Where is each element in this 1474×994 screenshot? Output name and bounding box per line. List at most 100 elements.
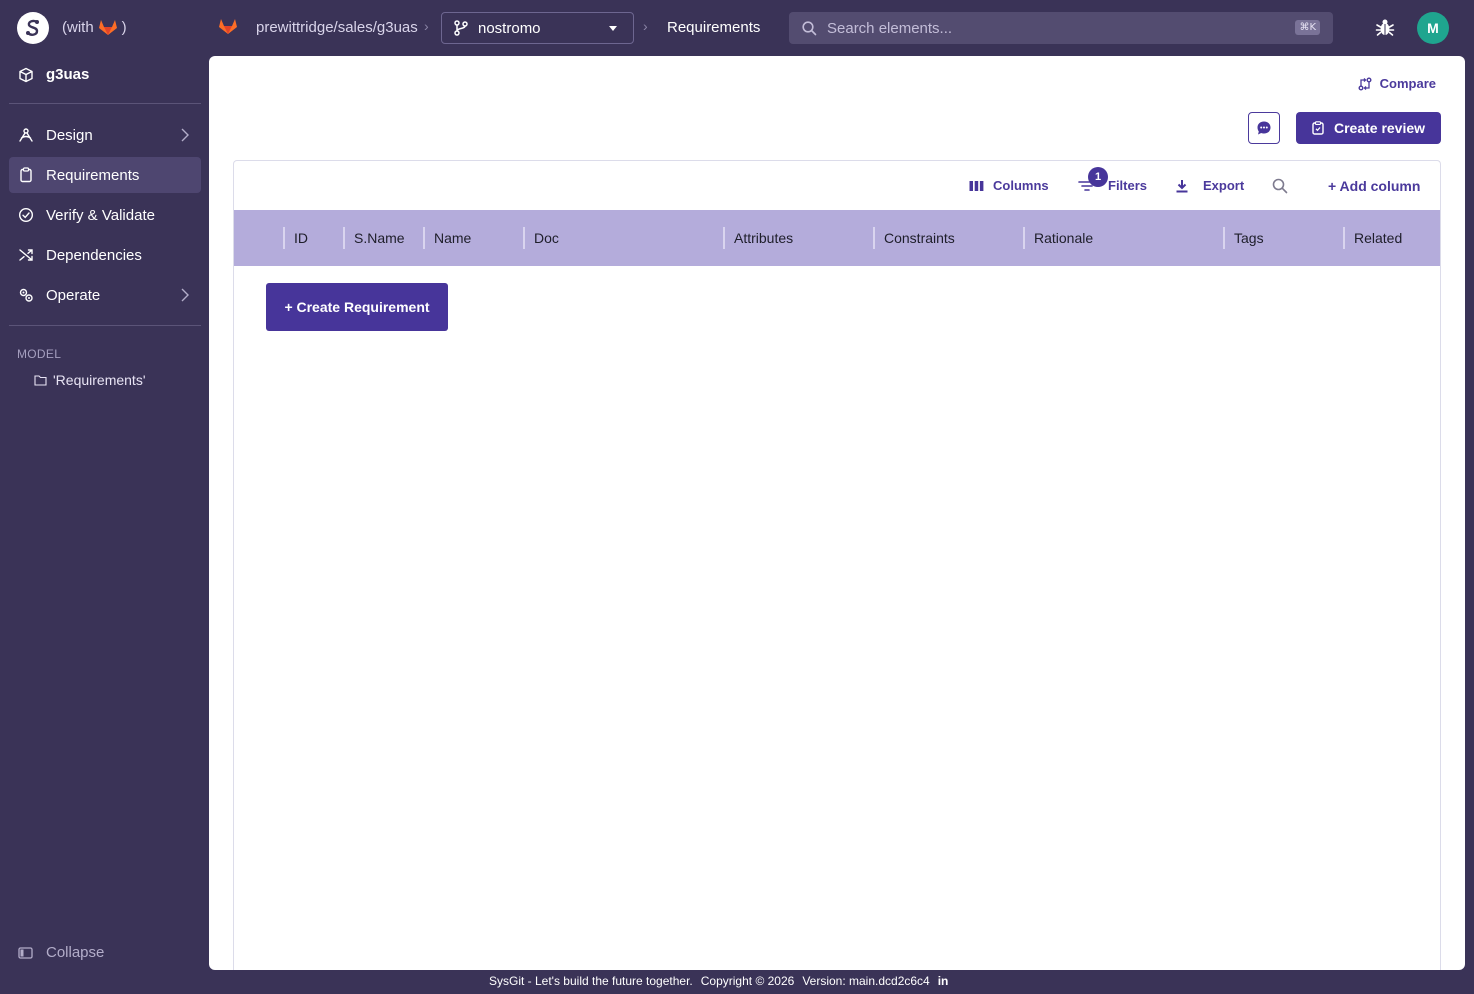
integration-label: (with ) <box>62 18 127 36</box>
columns-button[interactable]: Columns <box>969 178 1049 193</box>
model-heading: MODEL <box>17 347 62 361</box>
requirements-table-panel: Columns 1 Filters Export + Add column ID… <box>233 160 1441 970</box>
filters-label: Filters <box>1108 178 1148 193</box>
sidebar-item-label: Dependencies <box>46 246 142 264</box>
table-search-button[interactable] <box>1272 178 1288 194</box>
user-avatar[interactable]: M <box>1417 12 1449 44</box>
collapse-sidebar-button[interactable]: Collapse <box>18 944 104 961</box>
filters-count-badge: 1 <box>1088 166 1108 187</box>
top-bar: (with ) prewittridge/sales/g3uas › nostr… <box>0 0 1474 56</box>
main-content: Compare Create review Columns 1 Filters … <box>209 56 1465 970</box>
sidebar-item-operate[interactable]: Operate <box>9 277 201 313</box>
sidebar-collapse-icon <box>18 946 33 959</box>
folder-icon <box>34 375 47 386</box>
column-header-rationale[interactable]: Rationale <box>1034 210 1093 266</box>
column-header-related[interactable]: Related <box>1354 210 1402 266</box>
with-suffix: ) <box>121 18 127 36</box>
linkedin-icon[interactable]: in <box>938 974 949 988</box>
add-column-label: + Add column <box>1328 178 1421 194</box>
gitlab-icon <box>98 20 117 35</box>
sidebar-item-label: Design <box>46 126 93 144</box>
branch-selector[interactable]: nostromo <box>441 12 634 44</box>
create-review-label: Create review <box>1333 120 1426 136</box>
column-divider[interactable] <box>283 227 285 249</box>
column-header-name[interactable]: Name <box>434 210 471 266</box>
clipboard-check-icon <box>1312 121 1324 135</box>
column-divider[interactable] <box>343 227 345 249</box>
clipboard-icon <box>18 167 34 183</box>
sysgit-logo-icon[interactable] <box>17 12 49 44</box>
comments-button[interactable] <box>1248 112 1280 144</box>
check-circle-icon <box>18 207 34 223</box>
compare-button[interactable]: Compare <box>1358 76 1436 91</box>
export-button[interactable]: Export <box>1175 178 1244 193</box>
sidebar-divider <box>9 325 201 326</box>
compare-icon <box>1358 77 1372 90</box>
table-toolbar: Columns 1 Filters Export + Add column <box>234 161 1440 211</box>
project-name: g3uas <box>46 66 90 83</box>
table-header-row: ID S.Name Name Doc Attributes Constraint… <box>234 210 1440 266</box>
export-label: Export <box>1203 178 1245 193</box>
chevron-right-icon: › <box>643 18 648 34</box>
sidebar: g3uas Design Requirements Verify & Valid… <box>0 56 209 994</box>
search-shortcut-badge: ⌘K <box>1295 20 1320 35</box>
model-tree-item[interactable]: 'Requirements' <box>34 372 146 388</box>
caret-down-icon <box>609 26 617 31</box>
footer-copyright: Copyright © 2026 <box>700 974 795 988</box>
search-input[interactable]: Search elements... ⌘K <box>789 12 1333 44</box>
chat-bubble-icon <box>1257 121 1271 135</box>
column-divider[interactable] <box>523 227 525 249</box>
cogs-icon <box>18 287 34 303</box>
column-header-sname[interactable]: S.Name <box>354 210 405 266</box>
breadcrumb-current-page: Requirements <box>667 19 761 36</box>
chevron-right-icon <box>181 288 189 302</box>
sidebar-item-label: Verify & Validate <box>46 206 155 224</box>
column-header-doc[interactable]: Doc <box>534 210 559 266</box>
sidebar-item-label: Operate <box>46 286 101 304</box>
compare-label: Compare <box>1379 76 1436 91</box>
filter-icon-wrap: 1 <box>1078 166 1108 192</box>
chevron-right-icon <box>181 128 189 142</box>
create-review-button[interactable]: Create review <box>1296 112 1441 144</box>
sidebar-item-dependencies[interactable]: Dependencies <box>9 237 201 273</box>
sidebar-item-requirements[interactable]: Requirements <box>9 157 201 193</box>
shuffle-icon <box>18 247 34 263</box>
bug-icon[interactable] <box>1375 18 1395 38</box>
filters-button[interactable]: 1 Filters <box>1078 166 1148 193</box>
column-header-id[interactable]: ID <box>294 210 308 266</box>
project-header[interactable]: g3uas <box>18 66 89 83</box>
cube-icon <box>19 67 33 82</box>
search-icon <box>802 20 817 35</box>
create-requirement-button[interactable]: + Create Requirement <box>266 283 448 331</box>
sidebar-item-verify-validate[interactable]: Verify & Validate <box>9 197 201 233</box>
with-prefix: (with <box>62 18 94 36</box>
column-divider[interactable] <box>1023 227 1025 249</box>
add-column-button[interactable]: + Add column <box>1328 178 1420 194</box>
footer-version: Version: main.dcd2c6c4 <box>802 974 930 988</box>
column-divider[interactable] <box>1223 227 1225 249</box>
download-icon <box>1176 179 1188 192</box>
columns-icon <box>969 180 984 191</box>
branch-name: nostromo <box>478 19 541 37</box>
column-header-attributes[interactable]: Attributes <box>734 210 793 266</box>
footer-tagline: SysGit - Let's build the future together… <box>489 974 693 988</box>
model-item-label: 'Requirements' <box>53 372 146 388</box>
chevron-right-icon: › <box>424 18 429 34</box>
search-placeholder: Search elements... <box>827 19 953 37</box>
column-divider[interactable] <box>1343 227 1345 249</box>
breadcrumb-repo[interactable]: prewittridge/sales/g3uas <box>256 19 418 36</box>
search-icon <box>1272 178 1288 194</box>
design-icon <box>18 127 34 143</box>
git-branch-icon <box>454 20 468 36</box>
column-divider[interactable] <box>423 227 425 249</box>
column-divider[interactable] <box>873 227 875 249</box>
columns-label: Columns <box>993 178 1049 193</box>
column-header-constraints[interactable]: Constraints <box>884 210 955 266</box>
sidebar-item-design[interactable]: Design <box>9 117 201 153</box>
sidebar-divider <box>9 103 201 104</box>
collapse-label: Collapse <box>46 944 105 961</box>
sidebar-item-label: Requirements <box>46 166 140 184</box>
column-divider[interactable] <box>723 227 725 249</box>
column-header-tags[interactable]: Tags <box>1234 210 1264 266</box>
gitlab-icon <box>219 19 237 34</box>
